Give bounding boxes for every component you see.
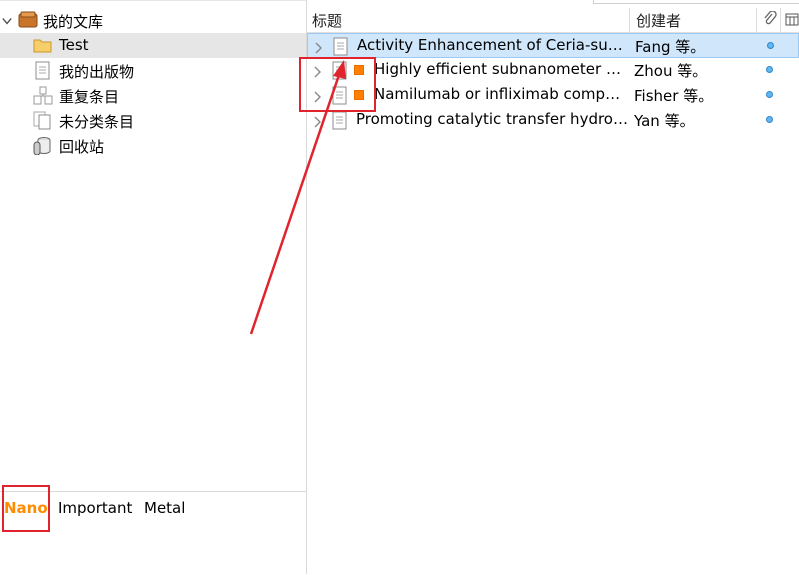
column-divider[interactable] — [756, 8, 757, 32]
tag-important[interactable]: Important — [58, 499, 132, 517]
unfiled-items-icon — [33, 111, 51, 130]
tree-item-label: 我的文库 — [43, 13, 104, 31]
table-row[interactable]: Activity Enhancement of Ceria-supported … — [307, 33, 799, 58]
attachment-status-icon[interactable] — [766, 91, 773, 98]
column-picker-icon[interactable] — [785, 12, 799, 30]
attachment-status-icon[interactable] — [766, 116, 773, 123]
tree-item-label: 重复条目 — [59, 88, 120, 106]
table-row[interactable]: Namilumab or infliximab compared with st… — [307, 83, 799, 108]
item-title: Promoting catalytic transfer hydrogenati… — [356, 110, 628, 128]
column-divider[interactable] — [629, 8, 630, 32]
attachment-status-icon[interactable] — [767, 42, 774, 49]
attachment-column-icon[interactable] — [763, 10, 777, 31]
tree-item-my-library[interactable]: 我的文库 — [0, 8, 306, 33]
chevron-right-icon[interactable] — [315, 40, 323, 58]
column-header-creator[interactable]: 创建者 — [636, 10, 681, 31]
tree-item-label: 回收站 — [59, 138, 105, 156]
column-header-title[interactable]: 标题 — [312, 10, 342, 31]
item-creator: Fang 等。 — [635, 38, 706, 56]
tag-metal[interactable]: Metal — [144, 499, 185, 517]
item-title: Activity Enhancement of Ceria-supported … — [357, 36, 629, 54]
item-title: Highly efficient subnanometer Ru catalys… — [374, 60, 628, 78]
column-divider[interactable] — [780, 8, 781, 32]
trash-icon — [33, 136, 51, 156]
journal-article-icon — [332, 111, 347, 134]
item-creator: Yan 等。 — [634, 112, 695, 130]
tree-item-label: 未分类条目 — [59, 113, 135, 131]
library-icon — [18, 11, 38, 29]
chevron-right-icon[interactable] — [314, 114, 322, 132]
tree-item-label: Test — [59, 36, 89, 54]
folder-icon — [33, 37, 52, 55]
document-icon — [35, 61, 53, 80]
item-creator: Zhou 等。 — [634, 62, 708, 80]
pane-top-border — [0, 0, 306, 1]
duplicate-items-icon — [33, 86, 53, 105]
tree-item-duplicates[interactable]: 重复条目 — [0, 83, 306, 108]
items-pane: 标题 创建者 Activity Enhancement of Ceria-sup… — [307, 0, 799, 574]
attachment-status-icon[interactable] — [766, 66, 773, 73]
tree-item-trash[interactable]: 回收站 — [0, 133, 306, 158]
items-table-header: 标题 创建者 — [307, 8, 799, 33]
tree-item-test[interactable]: Test — [0, 33, 306, 58]
item-title: Namilumab or infliximab compared with st… — [374, 85, 628, 103]
window-edge — [593, 0, 799, 4]
tree-item-unfiled[interactable]: 未分类条目 — [0, 108, 306, 133]
tree-item-my-publications[interactable]: 我的出版物 — [0, 58, 306, 83]
annotation-box-tagged-rows — [299, 57, 376, 112]
item-creator: Fisher 等。 — [634, 87, 714, 105]
chevron-down-icon[interactable] — [2, 16, 12, 26]
annotation-box-nano-tag — [2, 485, 50, 532]
table-row[interactable]: Promoting catalytic transfer hydrogenati… — [307, 108, 799, 133]
tree-item-label: 我的出版物 — [59, 63, 135, 81]
table-row[interactable]: Highly efficient subnanometer Ru catalys… — [307, 58, 799, 83]
